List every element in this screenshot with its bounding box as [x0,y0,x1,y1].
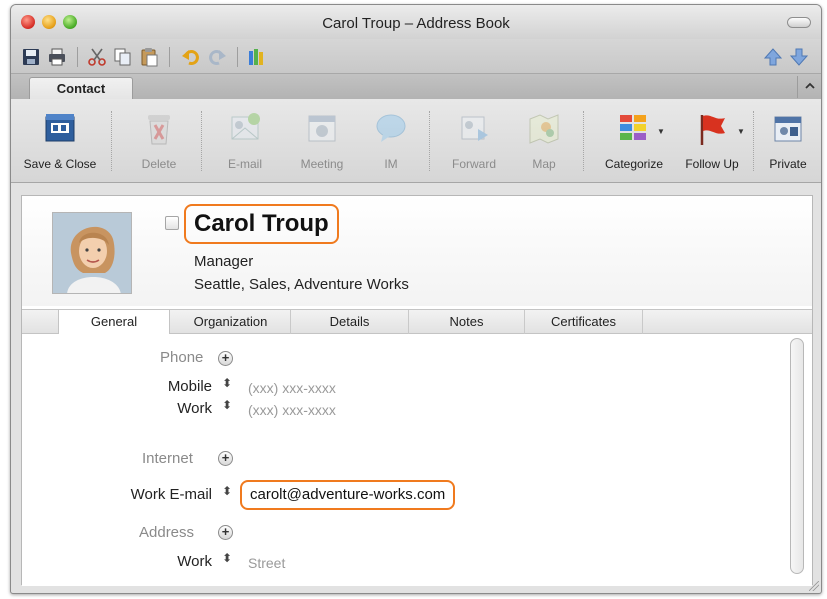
contact-photo[interactable] [52,212,132,294]
tab-contact[interactable]: Contact [29,77,133,101]
vertical-scrollbar[interactable] [790,338,804,574]
ribbon-separator [111,111,112,171]
private-button[interactable]: Private [757,99,819,183]
add-internet-button[interactable]: + [218,451,233,466]
chevron-up-icon [804,82,815,89]
flag-checkbox[interactable] [165,216,179,230]
save-icon[interactable] [21,47,41,67]
email-label: E-mail [227,157,262,171]
toolbar-separator [77,47,78,67]
work-email-field[interactable]: carolt@adventure-works.com [240,480,456,510]
paste-icon[interactable] [139,47,159,67]
im-button[interactable]: IM [363,99,419,183]
follow-up-label: Follow Up [685,157,739,171]
ribbon: Save & Close Delete E-mail Meeting IM Fo… [11,99,821,183]
address-type-chooser-icon[interactable]: ⬍ [222,552,232,564]
private-icon [774,116,802,142]
tab-general[interactable]: General [58,309,170,335]
categorize-label: Categorize [604,157,664,171]
im-label: IM [384,157,398,171]
ribbon-tab-row: Contact [11,73,821,101]
phone-section-label: Phone [160,349,204,366]
email-icon [231,113,260,140]
person-portrait-icon [53,213,131,293]
mobile-phone-field[interactable]: (xxx) xxx-xxxx [248,380,336,396]
work-phone-type-chooser-icon[interactable]: ⬍ [222,399,232,411]
forward-card-icon [461,116,488,141]
category-grid-icon [620,115,646,140]
next-item-icon[interactable] [789,47,809,67]
calendar-icon [308,115,336,142]
print-icon[interactable] [47,47,67,67]
map-button[interactable]: Map [515,99,573,183]
save-close-button[interactable]: Save & Close [15,99,105,183]
forward-label: Forward [451,157,496,171]
general-tab-content: Phone + Mobile ⬍ (xxx) xxx-xxxx Work ⬍ (… [22,334,812,586]
previous-item-icon[interactable] [763,47,783,67]
window-title: Carol Troup – Address Book [322,15,510,32]
map-icon [529,114,559,144]
follow-up-dropdown-icon[interactable]: ▼ [737,127,745,136]
categorize-dropdown-icon[interactable]: ▼ [657,127,665,136]
save-close-icon [45,114,75,142]
work-phone-label: Work [177,400,212,417]
contact-job-title[interactable]: Manager [194,253,253,270]
delete-button[interactable]: Delete [127,99,191,183]
email-type-chooser-icon[interactable]: ⬍ [222,485,232,497]
internet-section-label: Internet [142,450,193,467]
work-address-label: Work [177,553,212,570]
contact-company-line[interactable]: Seattle, Sales, Adventure Works [194,276,409,293]
toolbar-toggle-button[interactable] [787,17,811,28]
ribbon-separator [429,111,430,171]
map-label: Map [532,157,556,171]
toolbar-separator [169,47,170,67]
tab-details[interactable]: Details [291,310,409,334]
email-button[interactable]: E-mail [211,99,279,183]
tab-certificates[interactable]: Certificates [525,310,643,334]
quick-access-toolbar [11,39,821,73]
tab-notes[interactable]: Notes [409,310,525,334]
work-phone-field[interactable]: (xxx) xxx-xxxx [248,402,336,418]
private-label: Private [769,157,807,171]
delete-label: Delete [141,157,177,171]
mobile-phone-label: Mobile [167,378,212,395]
meeting-button[interactable]: Meeting [287,99,357,183]
toolbar-separator [237,47,238,67]
chat-bubble-icon [376,114,406,142]
redo-icon[interactable] [207,47,227,67]
contact-name[interactable]: Carol Troup [184,204,339,244]
address-section-label: Address [139,524,195,541]
ribbon-separator [583,111,584,171]
add-phone-button[interactable]: + [218,351,233,366]
cut-icon[interactable] [87,47,107,67]
resize-grip[interactable] [809,581,819,591]
copy-icon[interactable] [113,47,133,67]
save-close-label: Save & Close [23,157,97,171]
meeting-label: Meeting [300,157,344,171]
flag-icon [700,115,725,145]
follow-up-button[interactable]: ▼ Follow Up [675,99,749,183]
ribbon-collapse-button[interactable] [797,76,821,98]
tab-organization[interactable]: Organization [171,310,291,334]
mobile-type-chooser-icon[interactable]: ⬍ [222,377,232,389]
categorize-button[interactable]: ▼ Categorize [595,99,673,183]
work-email-label: Work E-mail [130,486,212,503]
ribbon-separator [753,111,754,171]
ribbon-separator [201,111,202,171]
street-field[interactable]: Street [248,555,285,571]
contact-card: Carol Troup Manager Seattle, Sales, Adve… [21,195,813,586]
contact-header: Carol Troup Manager Seattle, Sales, Adve… [22,196,812,306]
add-address-button[interactable]: + [218,525,233,540]
undo-icon[interactable] [181,47,201,67]
title-bar[interactable]: Carol Troup – Address Book [11,5,821,39]
trash-icon [148,115,170,145]
forward-button[interactable]: Forward [441,99,507,183]
section-tab-strip: General Organization Details Notes Certi… [22,309,812,335]
address-book-window: Carol Troup – Address Book Contact Save … [10,4,822,594]
address-book-icon[interactable] [247,47,267,67]
